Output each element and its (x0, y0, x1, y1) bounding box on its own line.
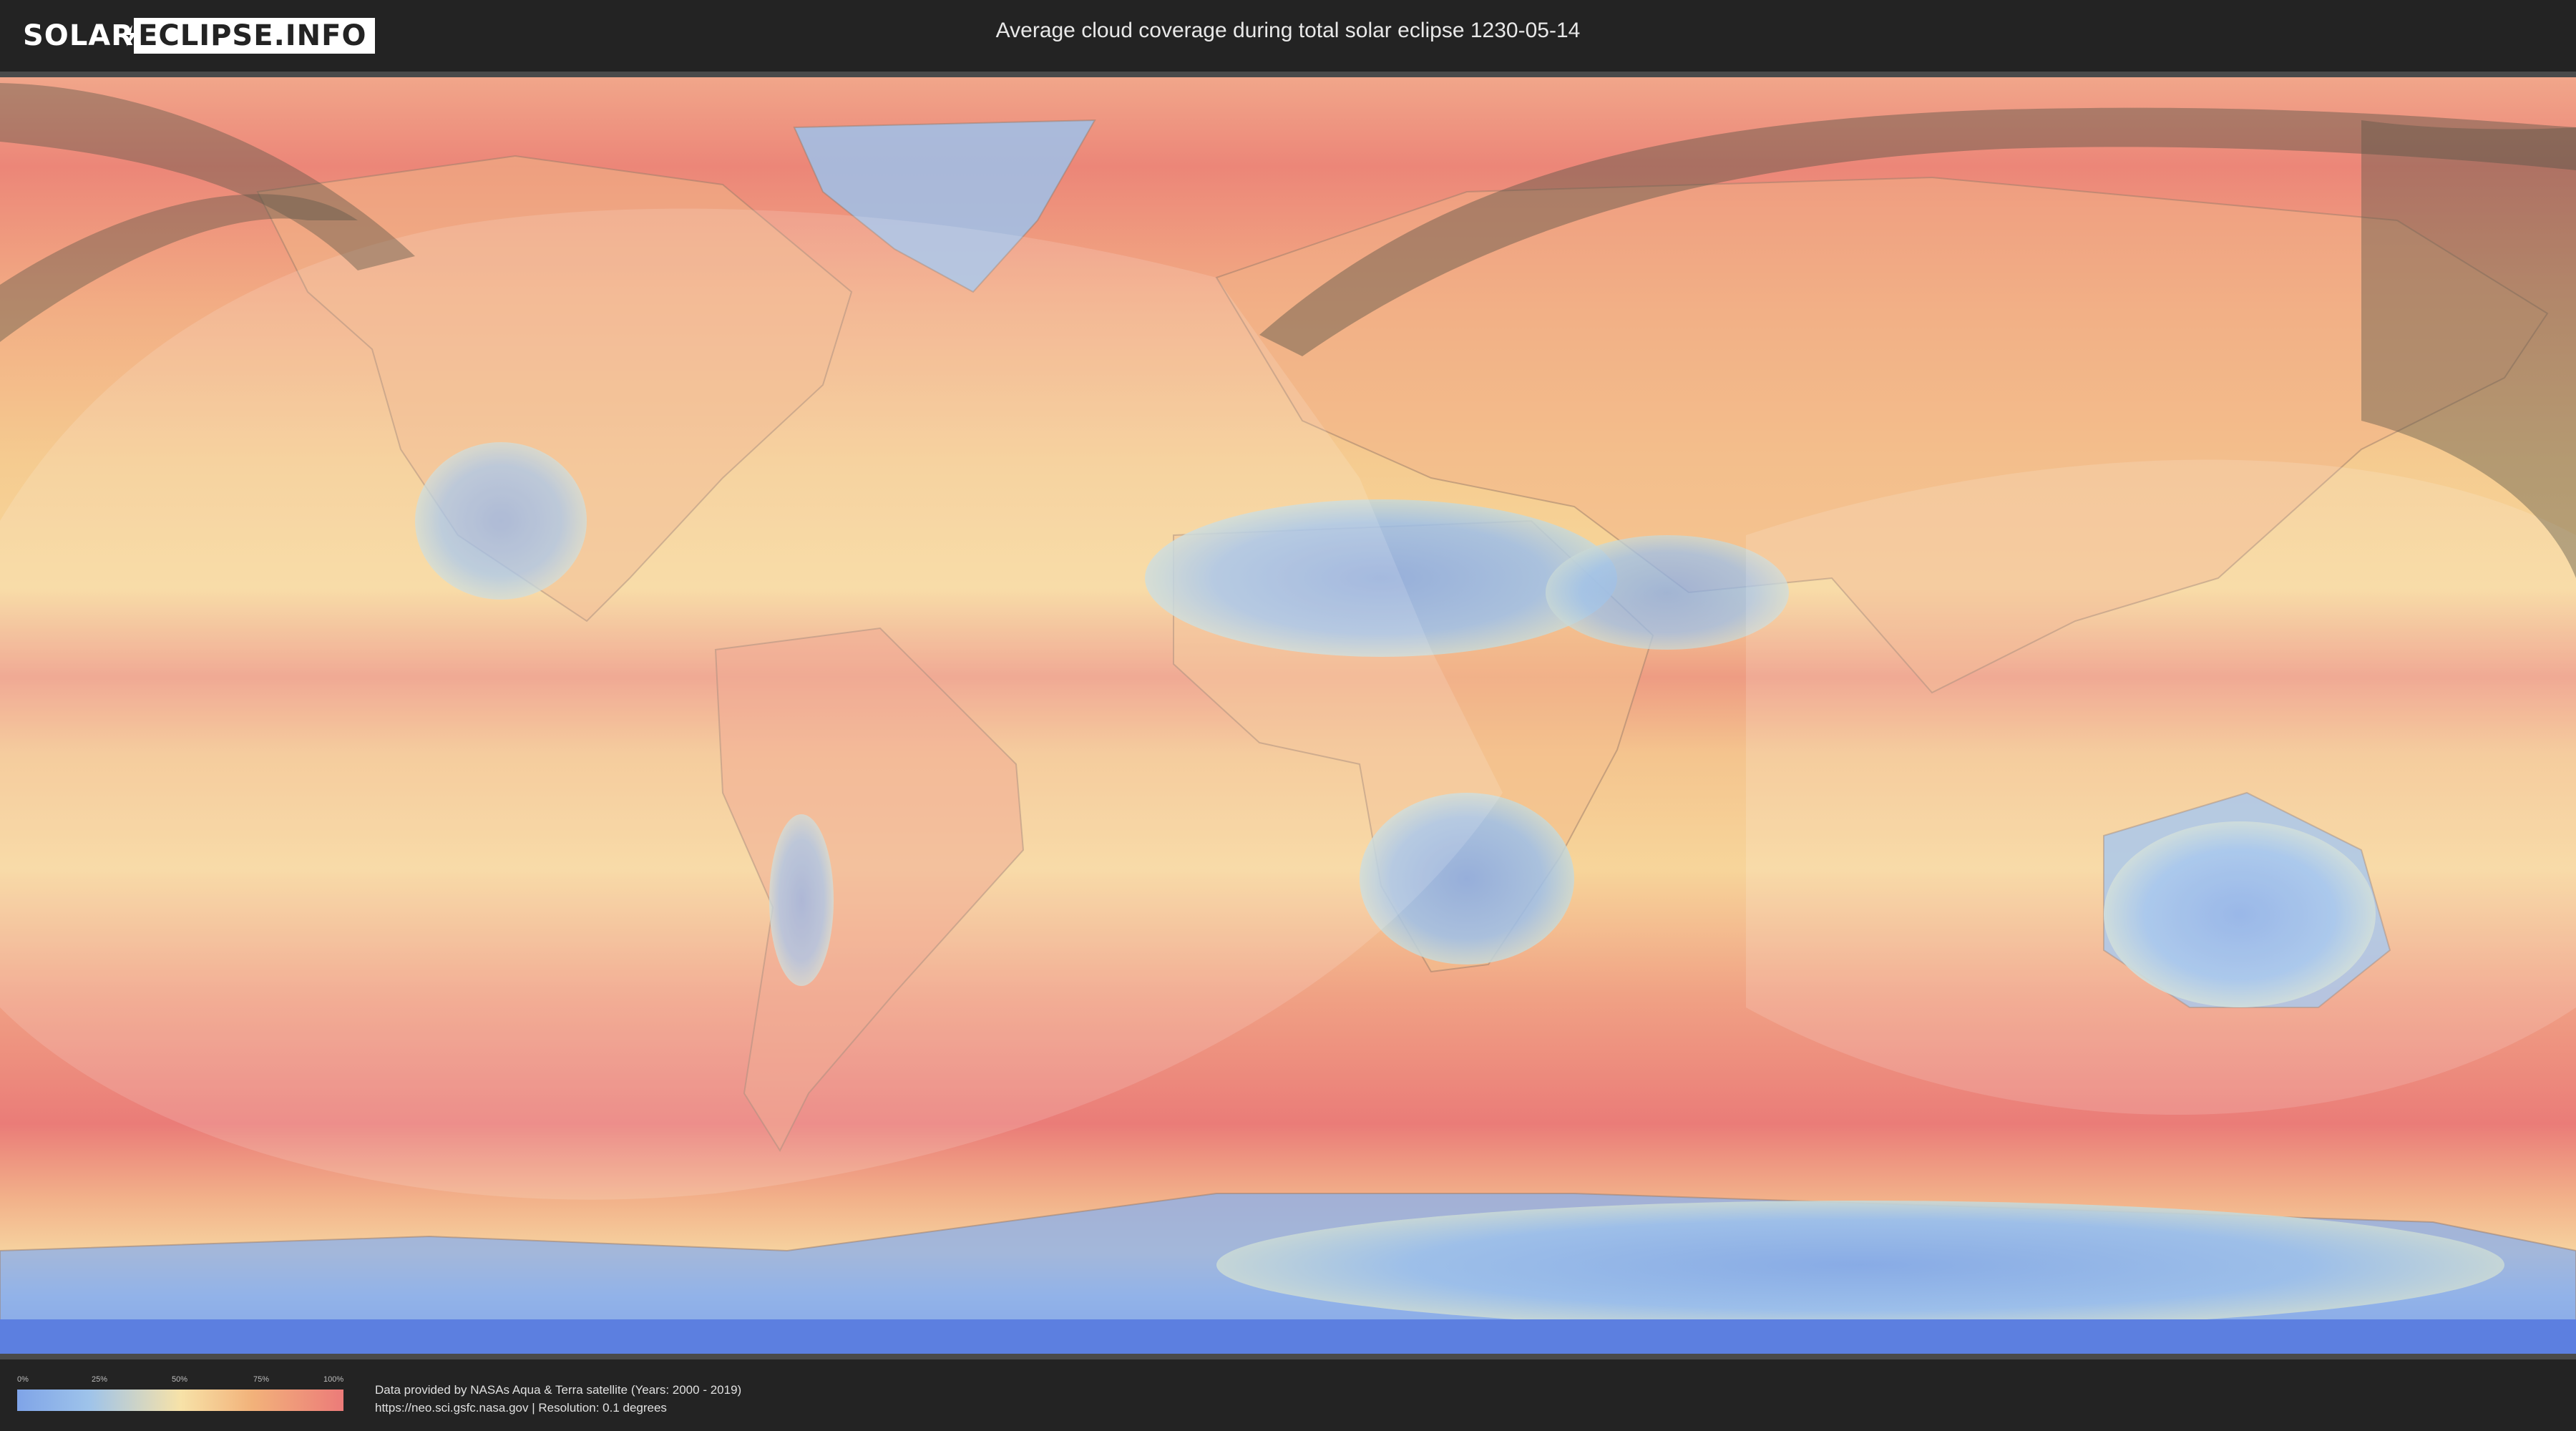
legend-tick-50: 50% (172, 1375, 188, 1384)
legend-color-bar (17, 1390, 343, 1411)
data-credits: Data provided by NASAs Aqua & Terra sate… (375, 1381, 741, 1417)
map-frame (0, 72, 2576, 1359)
legend-tick-0: 0% (17, 1375, 29, 1384)
legend-tick-75: 75% (253, 1375, 270, 1384)
clear-region-antarctic-plateau (1216, 1201, 2504, 1329)
credit-line-source: Data provided by NASAs Aqua & Terra sate… (375, 1383, 742, 1397)
polar-ice-band (0, 1319, 2576, 1354)
footer-bar: 0% 25% 50% 75% 100% Data provided by NAS… (0, 1359, 2576, 1431)
page-title: Average cloud coverage during total sola… (995, 19, 1581, 42)
legend-tick-100: 100% (323, 1375, 344, 1384)
cloud-coverage-legend: 0% 25% 50% 75% 100% (17, 1375, 343, 1411)
credit-line-url[interactable]: https://neo.sci.gsfc.nasa.gov | Resoluti… (375, 1399, 741, 1417)
visibility-zone-east (1746, 459, 2576, 1115)
header-bar: SOLAR ECLIPSE.INFO Average cloud coverag… (0, 0, 2576, 72)
legend-tick-25: 25% (92, 1375, 108, 1384)
legend-ticks: 0% 25% 50% 75% 100% (17, 1375, 343, 1387)
cloud-coverage-map[interactable] (0, 77, 2576, 1354)
